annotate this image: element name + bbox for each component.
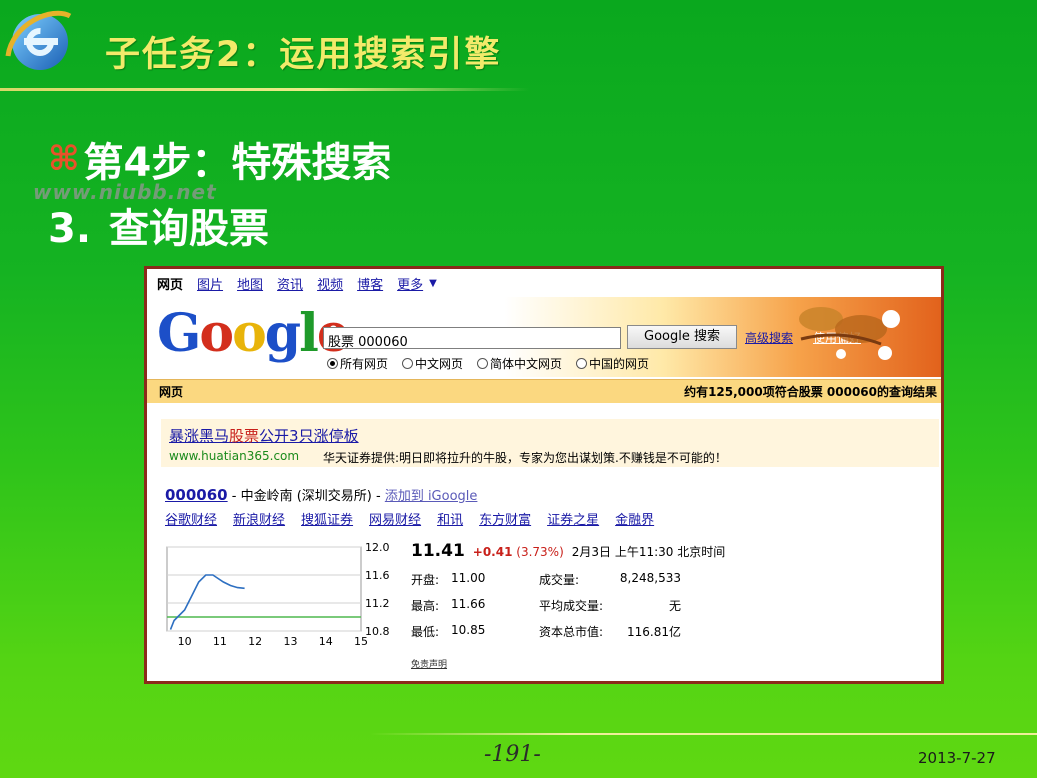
radio-label: 中国的网页 [589, 357, 650, 371]
finance-links: 谷歌财经 新浪财经 搜狐证券 网易财经 和讯 东方财富 证券之星 金融界 [165, 509, 654, 528]
quote-avg-volume-value: 无 [668, 599, 681, 613]
slide-title: 子任务2：运用搜索引擎 [105, 35, 502, 75]
title-divider [0, 88, 530, 91]
ad-title-part: 公开3只涨停板 [259, 427, 359, 445]
nav-video[interactable]: 视频 [317, 274, 343, 293]
x-tick-label: 13 [283, 635, 297, 648]
command-bullet-icon: ⌘ [48, 139, 80, 179]
quote-high-label: 最高: [411, 599, 440, 613]
search-input[interactable]: 股票 000060 [323, 327, 621, 350]
festive-ornament-icon [799, 307, 900, 360]
disclaimer-link[interactable]: 免责声明 [411, 657, 447, 670]
finance-link-163[interactable]: 网易财经 [369, 509, 421, 528]
radio-selected-icon [327, 358, 338, 369]
result-count: 约有125,000项符合股票 000060的查询结果 [684, 385, 937, 399]
y-tick-label: 10.8 [365, 625, 390, 638]
page-number: -191- [484, 742, 541, 767]
quote-time: 2月3日 上午11:30 北京时间 [571, 545, 726, 559]
quote-market-cap-label: 资本总市值: [539, 625, 604, 639]
finance-link-eastmoney[interactable]: 东方财富 [479, 509, 531, 528]
google-nav: 网页 图片 地图 资讯 视频 博客 更多 ▼ [147, 269, 941, 297]
y-tick-label: 11.2 [365, 597, 390, 610]
quote-volume-label: 成交量: [539, 573, 580, 587]
footer-divider [370, 733, 1037, 735]
radio-icon [477, 358, 489, 369]
nav-maps[interactable]: 地图 [237, 274, 263, 293]
sponsored-result: 暴涨黑马股票公开3只涨停板 www.huatian365.com 华天证券提供:… [161, 419, 939, 467]
radio-icon [576, 358, 588, 369]
ad-title-part: 暴涨黑马 [169, 427, 230, 445]
finance-link-jrj[interactable]: 金融界 [615, 509, 654, 528]
x-tick-label: 11 [213, 635, 227, 648]
finance-link-sohu[interactable]: 搜狐证券 [301, 509, 353, 528]
result-bar-label: 网页 [159, 385, 184, 399]
result-bar: 网页 约有125,000项符合股票 000060的查询结果 [147, 379, 941, 403]
stock-price-chart: 12.0 11.6 11.2 10.8 10 11 12 13 14 15 [166, 541, 390, 648]
quote-market-cap-value: 116.81亿 [627, 625, 681, 639]
google-header: Google 股票 000060 Google 搜索 高级搜索 使用偏好 所有网… [147, 297, 941, 377]
google-logo: Google [157, 303, 350, 364]
quote-avg-volume-label: 平均成交量: [539, 599, 604, 613]
ad-title-link[interactable]: 暴涨黑马股票公开3只涨停板 [169, 425, 359, 446]
ad-description: 华天证券提供:明日即将拉升的牛股，专家为您出谋划策.不赚钱是不可能的！ [323, 451, 727, 465]
ie-logo-icon [5, 10, 72, 70]
x-tick-label: 14 [319, 635, 333, 648]
radio-china-pages[interactable]: 中国的网页 [576, 355, 649, 372]
finance-link-stockstar[interactable]: 证券之星 [547, 509, 599, 528]
x-tick-label: 15 [354, 635, 368, 648]
finance-link-google[interactable]: 谷歌财经 [165, 509, 217, 528]
y-tick-label: 11.6 [365, 569, 390, 582]
quote-volume-value: 8,248,533 [619, 571, 681, 585]
quote-summary: 11.41 +0.41 (3.73%) 2月3日 上午11:30 北京时间 [411, 541, 725, 561]
google-screenshot: 网页 图片 地图 资讯 视频 博客 更多 ▼ Google 股票 000060 … [144, 266, 944, 684]
quote-low-value: 10.85 [451, 623, 486, 637]
radio-label: 简体中文网页 [490, 357, 563, 371]
substep-number: 3. [48, 206, 92, 252]
radio-all-pages[interactable]: 所有网页 [327, 355, 388, 372]
quote-low-label: 最低: [411, 625, 440, 639]
nav-web[interactable]: 网页 [157, 274, 183, 293]
quote-open-label: 开盘: [411, 573, 440, 587]
quote-open-value: 11.00 [451, 571, 486, 585]
radio-label: 所有网页 [340, 357, 389, 371]
nav-images[interactable]: 图片 [197, 274, 223, 293]
x-tick-label: 12 [248, 635, 262, 648]
substep-heading: 3. 查询股票 [48, 196, 269, 254]
nav-news[interactable]: 资讯 [277, 274, 303, 293]
radio-simplified-pages[interactable]: 简体中文网页 [477, 355, 562, 372]
stock-info: - 中金岭南 (深圳交易所) - [227, 489, 385, 504]
radio-chinese-pages[interactable]: 中文网页 [402, 355, 463, 372]
stock-price: 11.41 [411, 541, 465, 561]
stock-header: 000060 - 中金岭南 (深圳交易所) - 添加到 iGoogle [165, 485, 477, 504]
finance-link-hexun[interactable]: 和讯 [437, 509, 463, 528]
quote-high-value: 11.66 [451, 597, 486, 611]
stock-change: +0.41 (3.73%) [473, 545, 564, 559]
change-percent: (3.73%) [516, 545, 564, 559]
change-value: +0.41 [472, 545, 513, 559]
add-to-igoogle-link[interactable]: 添加到 iGoogle [385, 489, 478, 504]
ad-title-highlight: 股票 [229, 427, 260, 445]
radio-label: 中文网页 [415, 357, 464, 371]
chart-frame [166, 546, 362, 632]
nav-blogs[interactable]: 博客 [357, 274, 383, 293]
substep-text: 查询股票 [109, 206, 270, 252]
radio-icon [402, 358, 414, 369]
dropdown-triangle-icon[interactable]: ▼ [429, 278, 437, 289]
language-radio-group: 所有网页 中文网页 简体中文网页 中国的网页 [327, 355, 649, 372]
google-search-button[interactable]: Google 搜索 [627, 325, 737, 349]
x-tick-label: 10 [178, 635, 192, 648]
slide-date: 2013-7-27 [918, 749, 996, 767]
y-tick-label: 12.0 [365, 541, 390, 554]
stock-symbol-link[interactable]: 000060 [165, 486, 228, 504]
ad-url: www.huatian365.com [169, 449, 300, 463]
finance-link-sina[interactable]: 新浪财经 [233, 509, 285, 528]
nav-more[interactable]: 更多 [397, 274, 423, 293]
